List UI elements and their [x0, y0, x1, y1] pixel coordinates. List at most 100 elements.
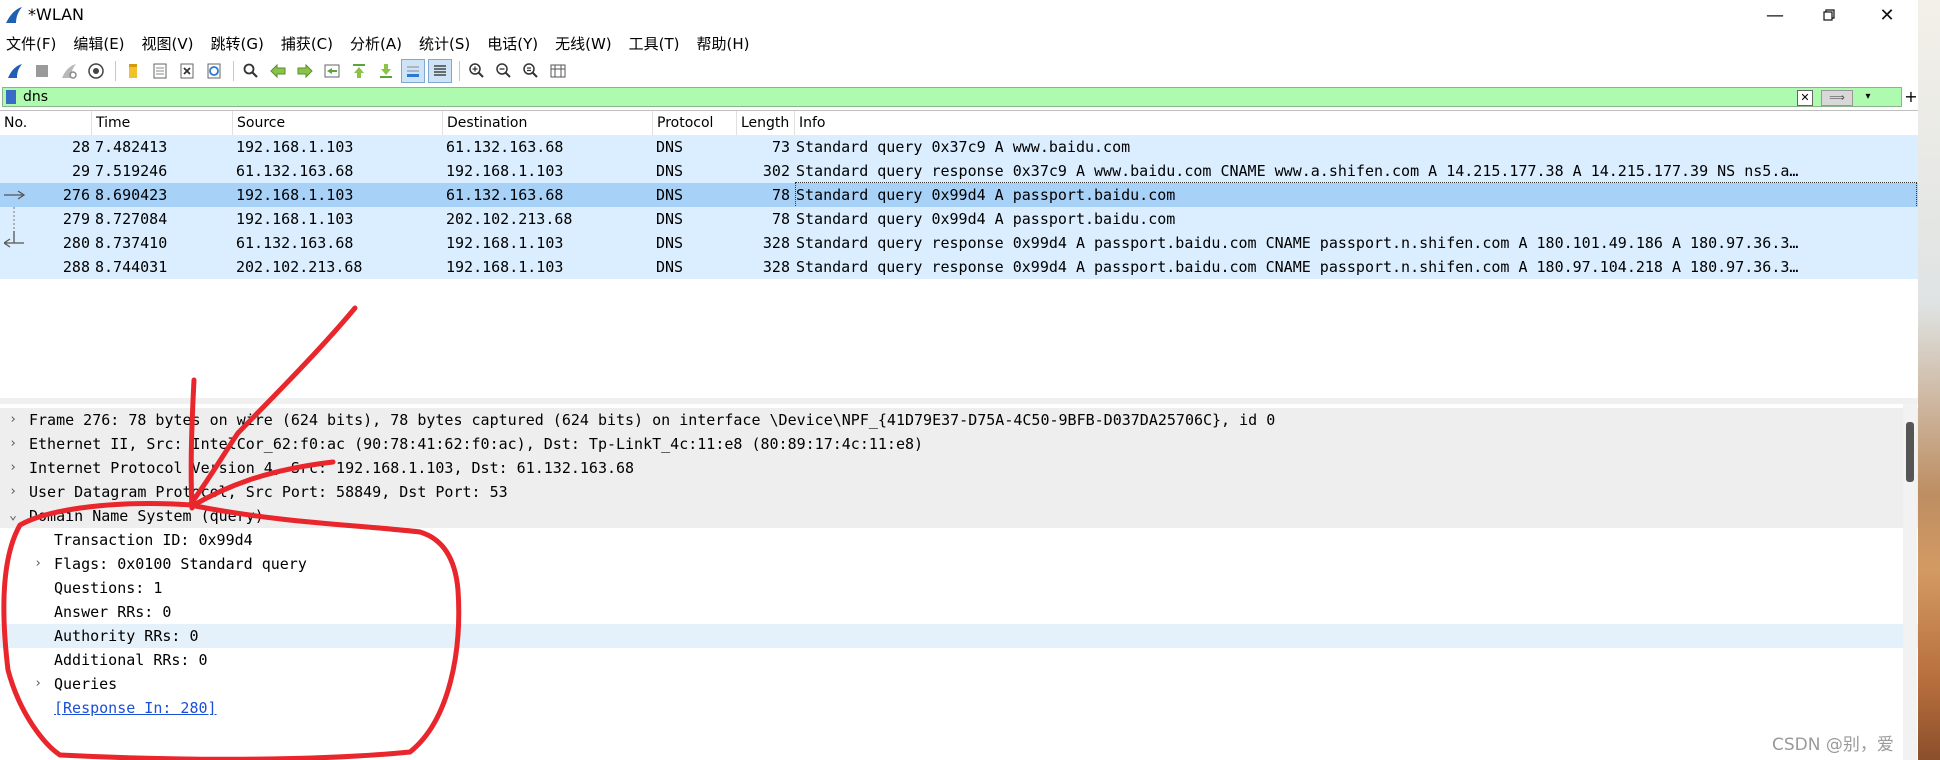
- expand-chevron-icon[interactable]: ›: [6, 432, 20, 456]
- filter-apply-icon[interactable]: ⟹: [1821, 90, 1853, 106]
- expand-chevron-icon[interactable]: ›: [6, 408, 20, 432]
- close-file-icon[interactable]: [176, 60, 198, 82]
- zoom-out-icon[interactable]: [493, 60, 515, 82]
- go-back-icon[interactable]: [267, 60, 289, 82]
- detail-text: Domain Name System (query): [29, 507, 264, 525]
- zoom-normal-icon[interactable]: [520, 60, 542, 82]
- stop-capture-icon[interactable]: [31, 60, 53, 82]
- first-packet-icon[interactable]: [348, 60, 370, 82]
- collapse-chevron-icon[interactable]: ⌄: [6, 504, 20, 528]
- menu-statistics[interactable]: 统计(S): [419, 33, 470, 54]
- menu-telephony[interactable]: 电话(Y): [487, 33, 538, 54]
- menu-file[interactable]: 文件(F): [6, 33, 56, 54]
- expand-chevron-icon[interactable]: ›: [31, 672, 45, 696]
- packet-info: Standard query 0x37c9 A www.baidu.com: [796, 138, 1131, 156]
- last-packet-icon[interactable]: [375, 60, 397, 82]
- save-file-icon[interactable]: [149, 60, 171, 82]
- menu-analyze[interactable]: 分析(A): [350, 33, 402, 54]
- packet-info: Standard query response 0x99d4 A passpor…: [796, 234, 1799, 252]
- column-header-protocol[interactable]: Protocol: [653, 111, 737, 135]
- restore-icon[interactable]: [1806, 2, 1852, 28]
- menu-go[interactable]: 跳转(G): [211, 33, 264, 54]
- detail-udp[interactable]: › User Datagram Protocol, Src Port: 5884…: [0, 480, 1920, 504]
- column-header-source[interactable]: Source: [233, 111, 443, 135]
- detail-answer-rrs[interactable]: Answer RRs: 0: [0, 600, 1920, 624]
- detail-text: Questions: 1: [54, 579, 163, 597]
- packet-row-selected[interactable]: 276 8.690423 192.168.1.103 61.132.163.68…: [0, 182, 1920, 208]
- column-header-time[interactable]: Time: [92, 111, 233, 135]
- go-to-packet-icon[interactable]: [321, 60, 343, 82]
- packet-row[interactable]: 288 8.744031 202.102.213.68 192.168.1.10…: [0, 255, 1920, 279]
- response-in-link[interactable]: [Response In: 280]: [54, 696, 217, 720]
- packet-protocol: DNS: [656, 234, 684, 252]
- packet-info: Standard query response 0x99d4 A passpor…: [796, 258, 1799, 276]
- detail-transaction-id[interactable]: Transaction ID: 0x99d4: [0, 528, 1920, 552]
- minimize-icon[interactable]: —: [1752, 2, 1798, 28]
- display-filter-bar: ✕ ⟹ ▾: [2, 87, 1902, 107]
- column-header-info[interactable]: Info: [795, 111, 1920, 135]
- menu-wireless[interactable]: 无线(W): [555, 33, 612, 54]
- colorize-icon[interactable]: [428, 59, 452, 83]
- filter-clear-icon[interactable]: ✕: [1797, 90, 1813, 106]
- start-capture-icon[interactable]: [4, 60, 26, 82]
- detail-ipv4[interactable]: › Internet Protocol Version 4, Src: 192.…: [0, 456, 1920, 480]
- packet-row[interactable]: 28 7.482413 192.168.1.103 61.132.163.68 …: [0, 135, 1920, 159]
- filter-bookmark-icon[interactable]: [6, 90, 16, 104]
- expand-chevron-icon[interactable]: ›: [6, 480, 20, 504]
- capture-options-icon[interactable]: [85, 60, 107, 82]
- packet-time: 8.690423: [95, 186, 168, 204]
- detail-queries[interactable]: › Queries: [0, 672, 1920, 696]
- display-filter-input[interactable]: [23, 88, 1823, 106]
- scrollbar-thumb[interactable]: [1906, 422, 1914, 482]
- detail-ethernet[interactable]: › Ethernet II, Src: IntelCor_62:f0:ac (9…: [0, 432, 1920, 456]
- column-header-no[interactable]: No.: [0, 111, 92, 135]
- expand-chevron-icon[interactable]: ›: [31, 552, 45, 576]
- reload-file-icon[interactable]: [203, 60, 225, 82]
- toolbar-separator: [115, 61, 116, 81]
- zoom-in-icon[interactable]: [466, 60, 488, 82]
- column-header-length[interactable]: Length: [737, 111, 795, 135]
- packet-protocol: DNS: [656, 186, 684, 204]
- detail-frame[interactable]: › Frame 276: 78 bytes on wire (624 bits)…: [0, 408, 1920, 432]
- packet-no: 29: [71, 162, 90, 180]
- packet-protocol: DNS: [656, 258, 684, 276]
- menu-edit[interactable]: 编辑(E): [73, 33, 124, 54]
- filter-history-dropdown-icon[interactable]: ▾: [1861, 90, 1875, 104]
- packet-no: 280: [62, 234, 90, 252]
- packet-row[interactable]: 280 8.737410 61.132.163.68 192.168.1.103…: [0, 231, 1920, 255]
- detail-text: Transaction ID: 0x99d4: [54, 531, 253, 549]
- expand-chevron-icon[interactable]: ›: [6, 456, 20, 480]
- details-scrollbar[interactable]: [1903, 404, 1917, 760]
- open-file-icon[interactable]: [122, 60, 144, 82]
- add-filter-button-icon[interactable]: +: [1904, 87, 1918, 107]
- menu-tools[interactable]: 工具(T): [629, 33, 680, 54]
- packet-protocol: DNS: [656, 210, 684, 228]
- packet-list: No. Time Source Destination Protocol Len…: [0, 110, 1920, 400]
- column-header-destination[interactable]: Destination: [443, 111, 653, 135]
- detail-questions[interactable]: Questions: 1: [0, 576, 1920, 600]
- packet-destination: 192.168.1.103: [446, 258, 564, 276]
- restart-capture-icon[interactable]: [58, 60, 80, 82]
- find-packet-icon[interactable]: [240, 60, 262, 82]
- go-forward-icon[interactable]: [294, 60, 316, 82]
- menu-view[interactable]: 视图(V): [142, 33, 194, 54]
- detail-response-in[interactable]: [Response In: 280]: [0, 696, 1920, 720]
- detail-dns[interactable]: ⌄ Domain Name System (query): [0, 504, 1920, 528]
- packet-destination: 202.102.213.68: [446, 210, 573, 228]
- detail-authority-rrs[interactable]: Authority RRs: 0: [0, 624, 1920, 648]
- detail-text: Authority RRs: 0: [54, 627, 199, 645]
- autoscroll-icon[interactable]: [401, 59, 425, 83]
- packet-length: 78: [771, 186, 790, 204]
- detail-additional-rrs[interactable]: Additional RRs: 0: [0, 648, 1920, 672]
- detail-flags[interactable]: › Flags: 0x0100 Standard query: [0, 552, 1920, 576]
- packet-row[interactable]: 29 7.519246 61.132.163.68 192.168.1.103 …: [0, 159, 1920, 183]
- packet-row[interactable]: 279 8.727084 192.168.1.103 202.102.213.6…: [0, 207, 1920, 231]
- packet-protocol: DNS: [656, 138, 684, 156]
- packet-time: 7.482413: [95, 138, 168, 156]
- close-icon[interactable]: ✕: [1864, 2, 1910, 28]
- window-title: *WLAN: [28, 5, 85, 24]
- menu-capture[interactable]: 捕获(C): [281, 33, 333, 54]
- packet-details-pane: › Frame 276: 78 bytes on wire (624 bits)…: [0, 404, 1920, 760]
- resize-columns-icon[interactable]: [547, 60, 569, 82]
- menu-help[interactable]: 帮助(H): [697, 33, 750, 54]
